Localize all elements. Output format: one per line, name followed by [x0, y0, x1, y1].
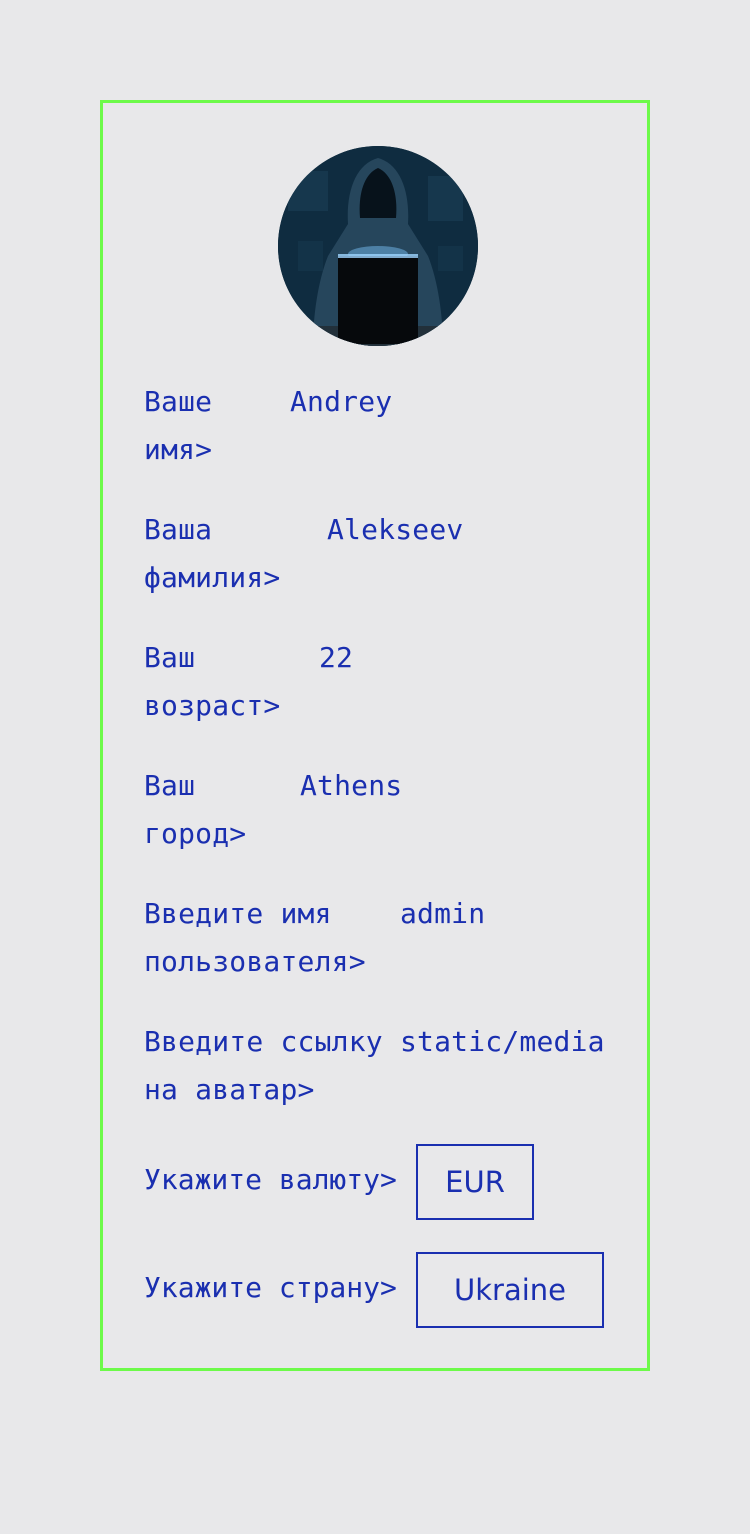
avatar-link-field[interactable]: static/media — [400, 1018, 606, 1066]
first-name-label: Ваше имя> — [144, 385, 213, 466]
first-name-row: Ваше имя> Andrey — [144, 378, 604, 474]
username-field[interactable]: admin — [400, 890, 600, 938]
age-field[interactable]: 22 — [319, 634, 589, 682]
country-label: Укажите страну> — [144, 1271, 397, 1304]
age-row: Ваш возраст> 22 — [144, 634, 604, 730]
first-name-field[interactable]: Andrey — [290, 378, 590, 426]
last-name-row: Ваша фамилия> Alekseev — [144, 506, 604, 602]
hooded-hacker-avatar-icon — [278, 146, 478, 346]
city-row: Ваш город> Athens — [144, 762, 604, 858]
currency-label: Укажите валюту> — [144, 1163, 397, 1196]
country-select[interactable]: Ukraine — [416, 1252, 604, 1328]
last-name-label: Ваша фамилия> — [144, 513, 281, 594]
city-label: Ваш город> — [144, 769, 247, 850]
currency-row: Укажите валюту> EUR — [144, 1144, 604, 1224]
username-label: Введите имя пользователя> — [144, 897, 366, 978]
avatar-link-row: Введите ссылку на аватар> static/media — [144, 1018, 614, 1114]
profile-card: Ваше имя> Andrey Ваша фамилия> Alekseev … — [100, 100, 650, 1371]
last-name-field[interactable]: Alekseev — [327, 506, 597, 554]
username-row: Введите имя пользователя> admin — [144, 890, 614, 986]
avatar-link-label: Введите ссылку на аватар> — [144, 1025, 383, 1106]
country-row: Укажите страну> Ukraine — [144, 1252, 604, 1332]
age-label: Ваш возраст> — [144, 641, 281, 722]
currency-select[interactable]: EUR — [416, 1144, 534, 1220]
city-field[interactable]: Athens — [300, 762, 590, 810]
avatar — [278, 146, 478, 346]
